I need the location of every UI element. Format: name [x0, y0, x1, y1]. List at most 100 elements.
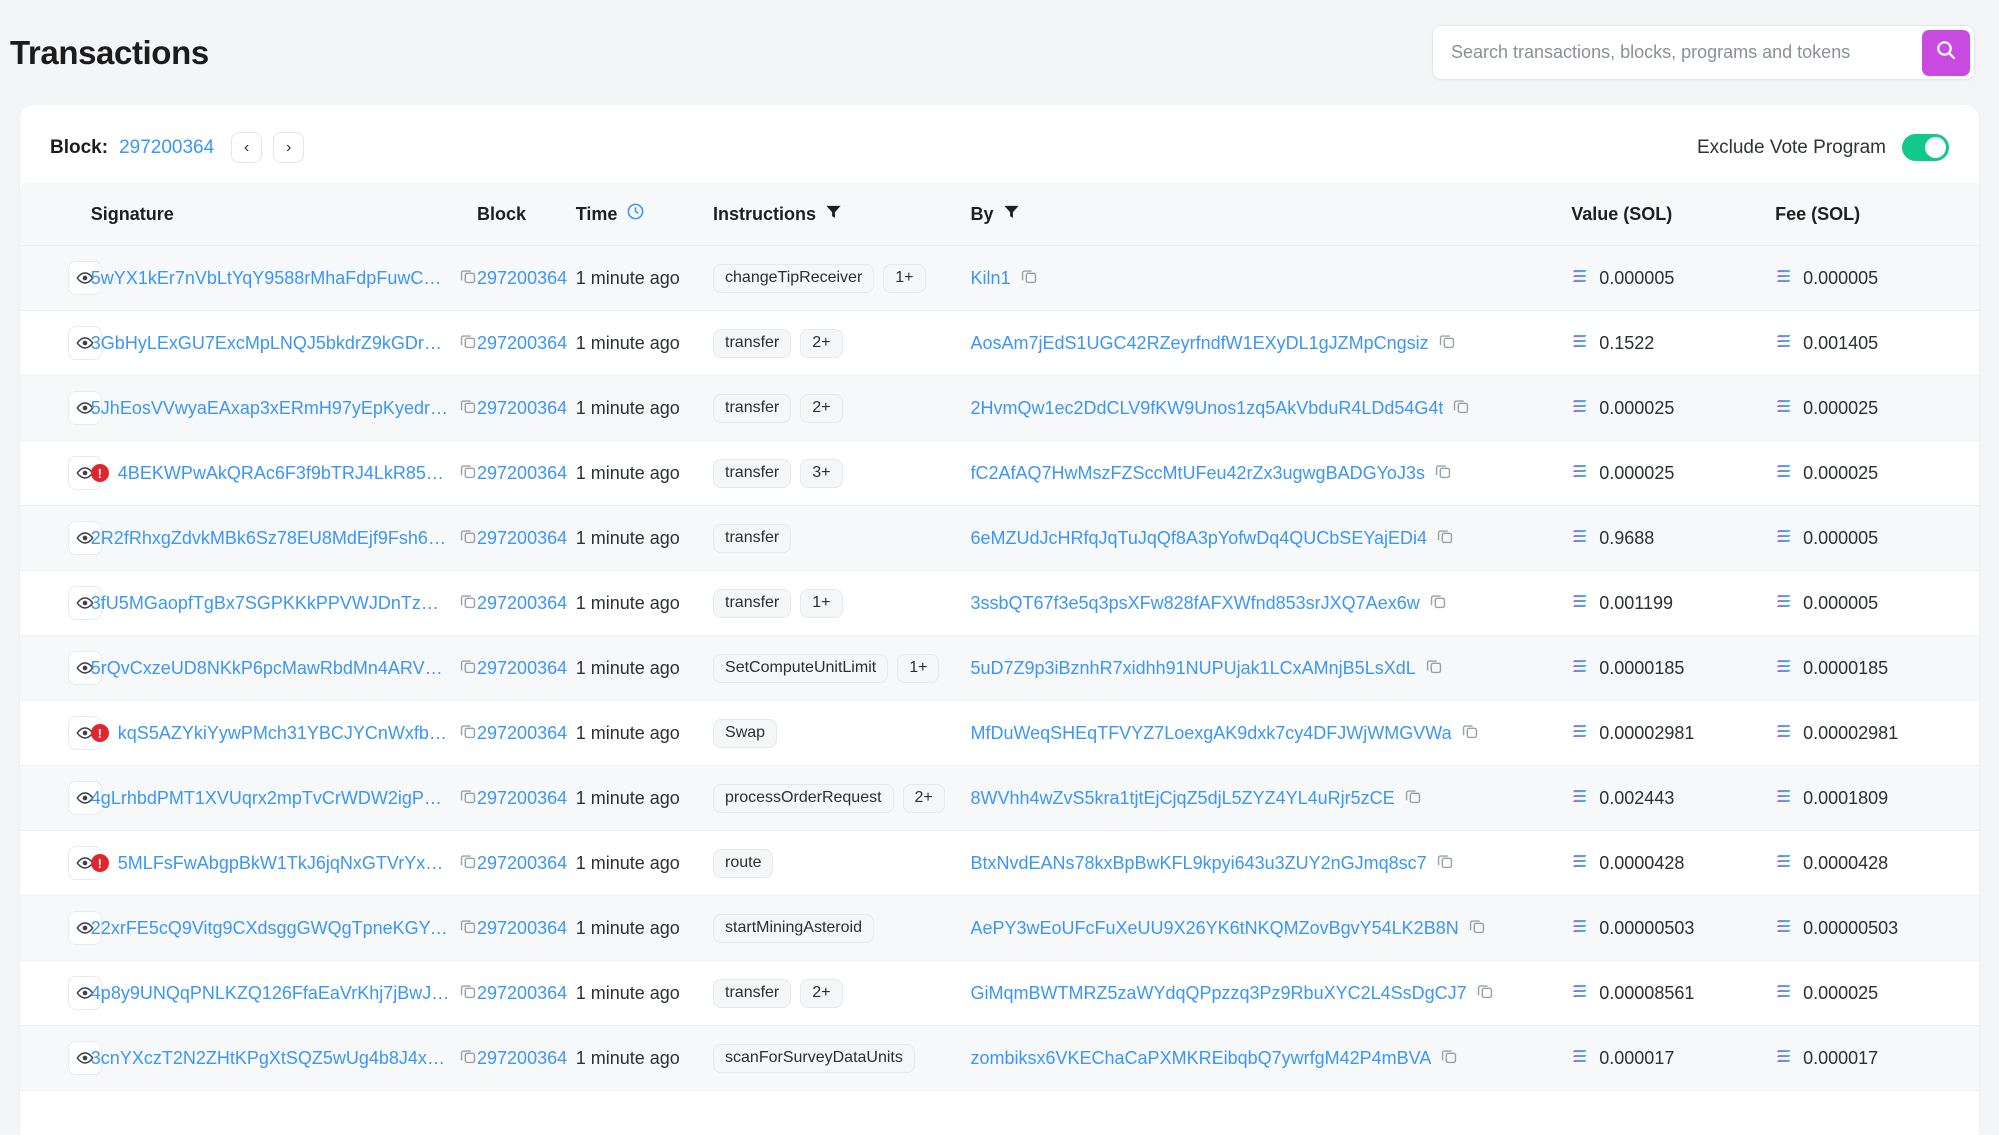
block-link[interactable]: 297200364: [477, 723, 567, 743]
signature-link[interactable]: kqS5AZYkiYywPMch31YBCJYCnWxfbn6…: [118, 723, 450, 744]
block-link[interactable]: 297200364: [477, 1048, 567, 1068]
block-link[interactable]: 297200364: [477, 268, 567, 288]
row-preview-cell[interactable]: [20, 896, 102, 961]
row-preview-cell[interactable]: [20, 636, 102, 701]
exclude-vote-program-control[interactable]: Exclude Vote Program: [1697, 134, 1949, 161]
signature-link[interactable]: 4p8y9UNQqPNLKZQ126FfaEaVrKhj7jBwJp…: [91, 983, 450, 1004]
table-row[interactable]: 3cnYXczT2N2ZHtKPgXtSQZ5wUg4b8J4xn… 297200…: [20, 1025, 1979, 1091]
signature-link[interactable]: 5rQvCxzeUD8NKkP6pcMawRbdMn4ARV91…: [91, 658, 450, 679]
table-row[interactable]: 3fU5MGaopfTgBx7SGPKKkPPVWJDnTzRR… 2972003…: [20, 571, 1979, 636]
block-link[interactable]: 297200364: [477, 463, 567, 483]
row-preview-cell[interactable]: [20, 1026, 102, 1091]
copy-icon[interactable]: [1468, 917, 1486, 940]
by-address-link[interactable]: GiMqmBWTMRZ5zaWYdqQPpzzq3Pz9RbuXYC2L4SsD…: [970, 983, 1466, 1004]
table-row[interactable]: 3GbHyLExGU7ExcMpLNQJ5bkdrZ9kGDr6V… 297200…: [20, 311, 1979, 376]
copy-icon[interactable]: [459, 917, 477, 940]
table-row[interactable]: 22xrFE5cQ9Vitg9CXdsggGWQgTpneKGYuS… 29720…: [20, 895, 1979, 961]
row-preview-cell[interactable]: [20, 831, 102, 896]
block-link[interactable]: 297200364: [477, 658, 567, 678]
instruction-more-chip[interactable]: 1+: [883, 263, 926, 293]
instruction-more-chip[interactable]: 1+: [897, 653, 940, 683]
instruction-chip[interactable]: processOrderRequest: [713, 783, 894, 813]
table-row[interactable]: ! 5MLFsFwAbgpBkW1TkJ6jqNxGTVrYxZY… 2972003…: [20, 831, 1979, 896]
table-row[interactable]: ! kqS5AZYkiYywPMch31YBCJYCnWxfbn6… 2972003…: [20, 701, 1979, 766]
instruction-more-chip[interactable]: 2+: [800, 393, 843, 423]
next-block-button[interactable]: ›: [273, 132, 305, 163]
table-row[interactable]: 5rQvCxzeUD8NKkP6pcMawRbdMn4ARV91… 2972003…: [20, 635, 1979, 701]
instruction-chip[interactable]: transfer: [713, 393, 792, 423]
copy-icon[interactable]: [1429, 592, 1447, 615]
instruction-more-chip[interactable]: 2+: [800, 328, 843, 358]
copy-icon[interactable]: [1440, 1047, 1458, 1070]
row-preview-cell[interactable]: [20, 246, 102, 311]
row-preview-cell[interactable]: [20, 701, 102, 766]
row-preview-cell[interactable]: [20, 571, 102, 636]
row-preview-cell[interactable]: [20, 441, 102, 506]
instruction-chip[interactable]: changeTipReceiver: [713, 263, 875, 293]
instruction-chip[interactable]: SetComputeUnitLimit: [713, 653, 889, 683]
by-address-link[interactable]: MfDuWeqSHEqTFVYZ7LoexgAK9dxk7cy4DFJWjWMG…: [970, 723, 1451, 744]
row-preview-cell[interactable]: [20, 311, 102, 376]
copy-icon[interactable]: [1476, 982, 1494, 1005]
block-link[interactable]: 297200364: [477, 528, 567, 548]
copy-icon[interactable]: [459, 657, 477, 680]
row-preview-cell[interactable]: [20, 766, 102, 831]
copy-icon[interactable]: [459, 982, 477, 1005]
by-address-link[interactable]: BtxNvdEANs78kxBpBwKFL9kpyi643u3ZUY2nGJmq…: [970, 853, 1426, 874]
previous-block-button[interactable]: ‹: [231, 132, 263, 163]
table-row[interactable]: ! 4BEKWPwAkQRAc6F3f9bTRJ4LkR85ZH… 29720036…: [20, 441, 1979, 506]
copy-icon[interactable]: [1020, 267, 1038, 290]
instruction-chip[interactable]: Swap: [713, 718, 778, 748]
table-row[interactable]: 4gLrhbdPMT1XVUqrx2mpTvCrWDW2igPdx… 297200…: [20, 765, 1979, 831]
signature-link[interactable]: 3fU5MGaopfTgBx7SGPKKkPPVWJDnTzRR…: [91, 593, 450, 614]
copy-icon[interactable]: [459, 267, 477, 290]
copy-icon[interactable]: [459, 592, 477, 615]
search-button[interactable]: [1922, 29, 1970, 76]
filter-icon[interactable]: [825, 203, 842, 225]
copy-icon[interactable]: [459, 527, 477, 550]
copy-icon[interactable]: [1436, 527, 1454, 550]
signature-link[interactable]: 5wYX1kEr7nVbLtYqY9588rMhaFdpFuwCc9…: [91, 268, 450, 289]
by-address-link[interactable]: zombiksx6VKEChaCaPXMKREibqbQ7ywrfgM42P4m…: [970, 1048, 1431, 1069]
copy-icon[interactable]: [459, 462, 477, 485]
copy-icon[interactable]: [459, 852, 477, 875]
signature-link[interactable]: 4gLrhbdPMT1XVUqrx2mpTvCrWDW2igPdx…: [91, 788, 450, 809]
table-row[interactable]: 5wYX1kEr7nVbLtYqY9588rMhaFdpFuwCc9… 29720…: [20, 245, 1979, 311]
instruction-chip[interactable]: route: [713, 848, 774, 878]
block-link[interactable]: 297200364: [477, 788, 567, 808]
column-header-instructions[interactable]: Instructions: [713, 183, 971, 246]
by-address-link[interactable]: AosAm7jEdS1UGC42RZeyrfndfW1EXyDL1gJZMpCn…: [970, 333, 1428, 354]
column-header-time[interactable]: Time: [575, 183, 714, 246]
instruction-chip[interactable]: transfer: [713, 328, 792, 358]
copy-icon[interactable]: [1434, 462, 1452, 485]
instruction-chip[interactable]: scanForSurveyDataUnits: [713, 1043, 915, 1073]
by-address-link[interactable]: 6eMZUdJcHRfqJqTuJqQf8A3pYofwDq4QUCbSEYaj…: [970, 528, 1427, 549]
by-address-link[interactable]: 8WVhh4wZvS5kra1tjtEjCjqZ5djL5ZYZ4YL4uRjr…: [970, 788, 1394, 809]
instruction-chip[interactable]: startMiningAsteroid: [713, 913, 874, 943]
by-address-link[interactable]: 3ssbQT67f3e5q3psXFw828fAFXWfnd853srJXQ7A…: [970, 593, 1419, 614]
row-preview-cell[interactable]: [20, 376, 102, 441]
copy-icon[interactable]: [459, 1047, 477, 1070]
copy-icon[interactable]: [1436, 852, 1454, 875]
search-bar[interactable]: [1432, 25, 1975, 80]
row-preview-cell[interactable]: [20, 506, 102, 571]
copy-icon[interactable]: [459, 722, 477, 745]
exclude-vote-program-toggle[interactable]: [1902, 134, 1949, 161]
table-row[interactable]: 2R2fRhxgZdvkMBk6Sz78EU8MdEjf9Fsh6n… 29720…: [20, 505, 1979, 571]
row-preview-cell[interactable]: [20, 961, 102, 1026]
block-number-link[interactable]: 297200364: [119, 137, 214, 159]
copy-icon[interactable]: [1425, 657, 1443, 680]
signature-link[interactable]: 2R2fRhxgZdvkMBk6Sz78EU8MdEjf9Fsh6n…: [91, 528, 450, 549]
copy-icon[interactable]: [1461, 722, 1479, 745]
copy-icon[interactable]: [1404, 787, 1422, 810]
instruction-chip[interactable]: transfer: [713, 588, 792, 618]
copy-icon[interactable]: [459, 397, 477, 420]
block-link[interactable]: 297200364: [477, 398, 567, 418]
clock-icon[interactable]: [626, 202, 645, 226]
search-input[interactable]: [1437, 30, 1922, 75]
filter-icon[interactable]: [1003, 203, 1020, 225]
copy-icon[interactable]: [1452, 397, 1470, 420]
instruction-chip[interactable]: transfer: [713, 523, 792, 553]
column-header-by[interactable]: By: [970, 183, 1572, 246]
instruction-chip[interactable]: transfer: [713, 458, 792, 488]
